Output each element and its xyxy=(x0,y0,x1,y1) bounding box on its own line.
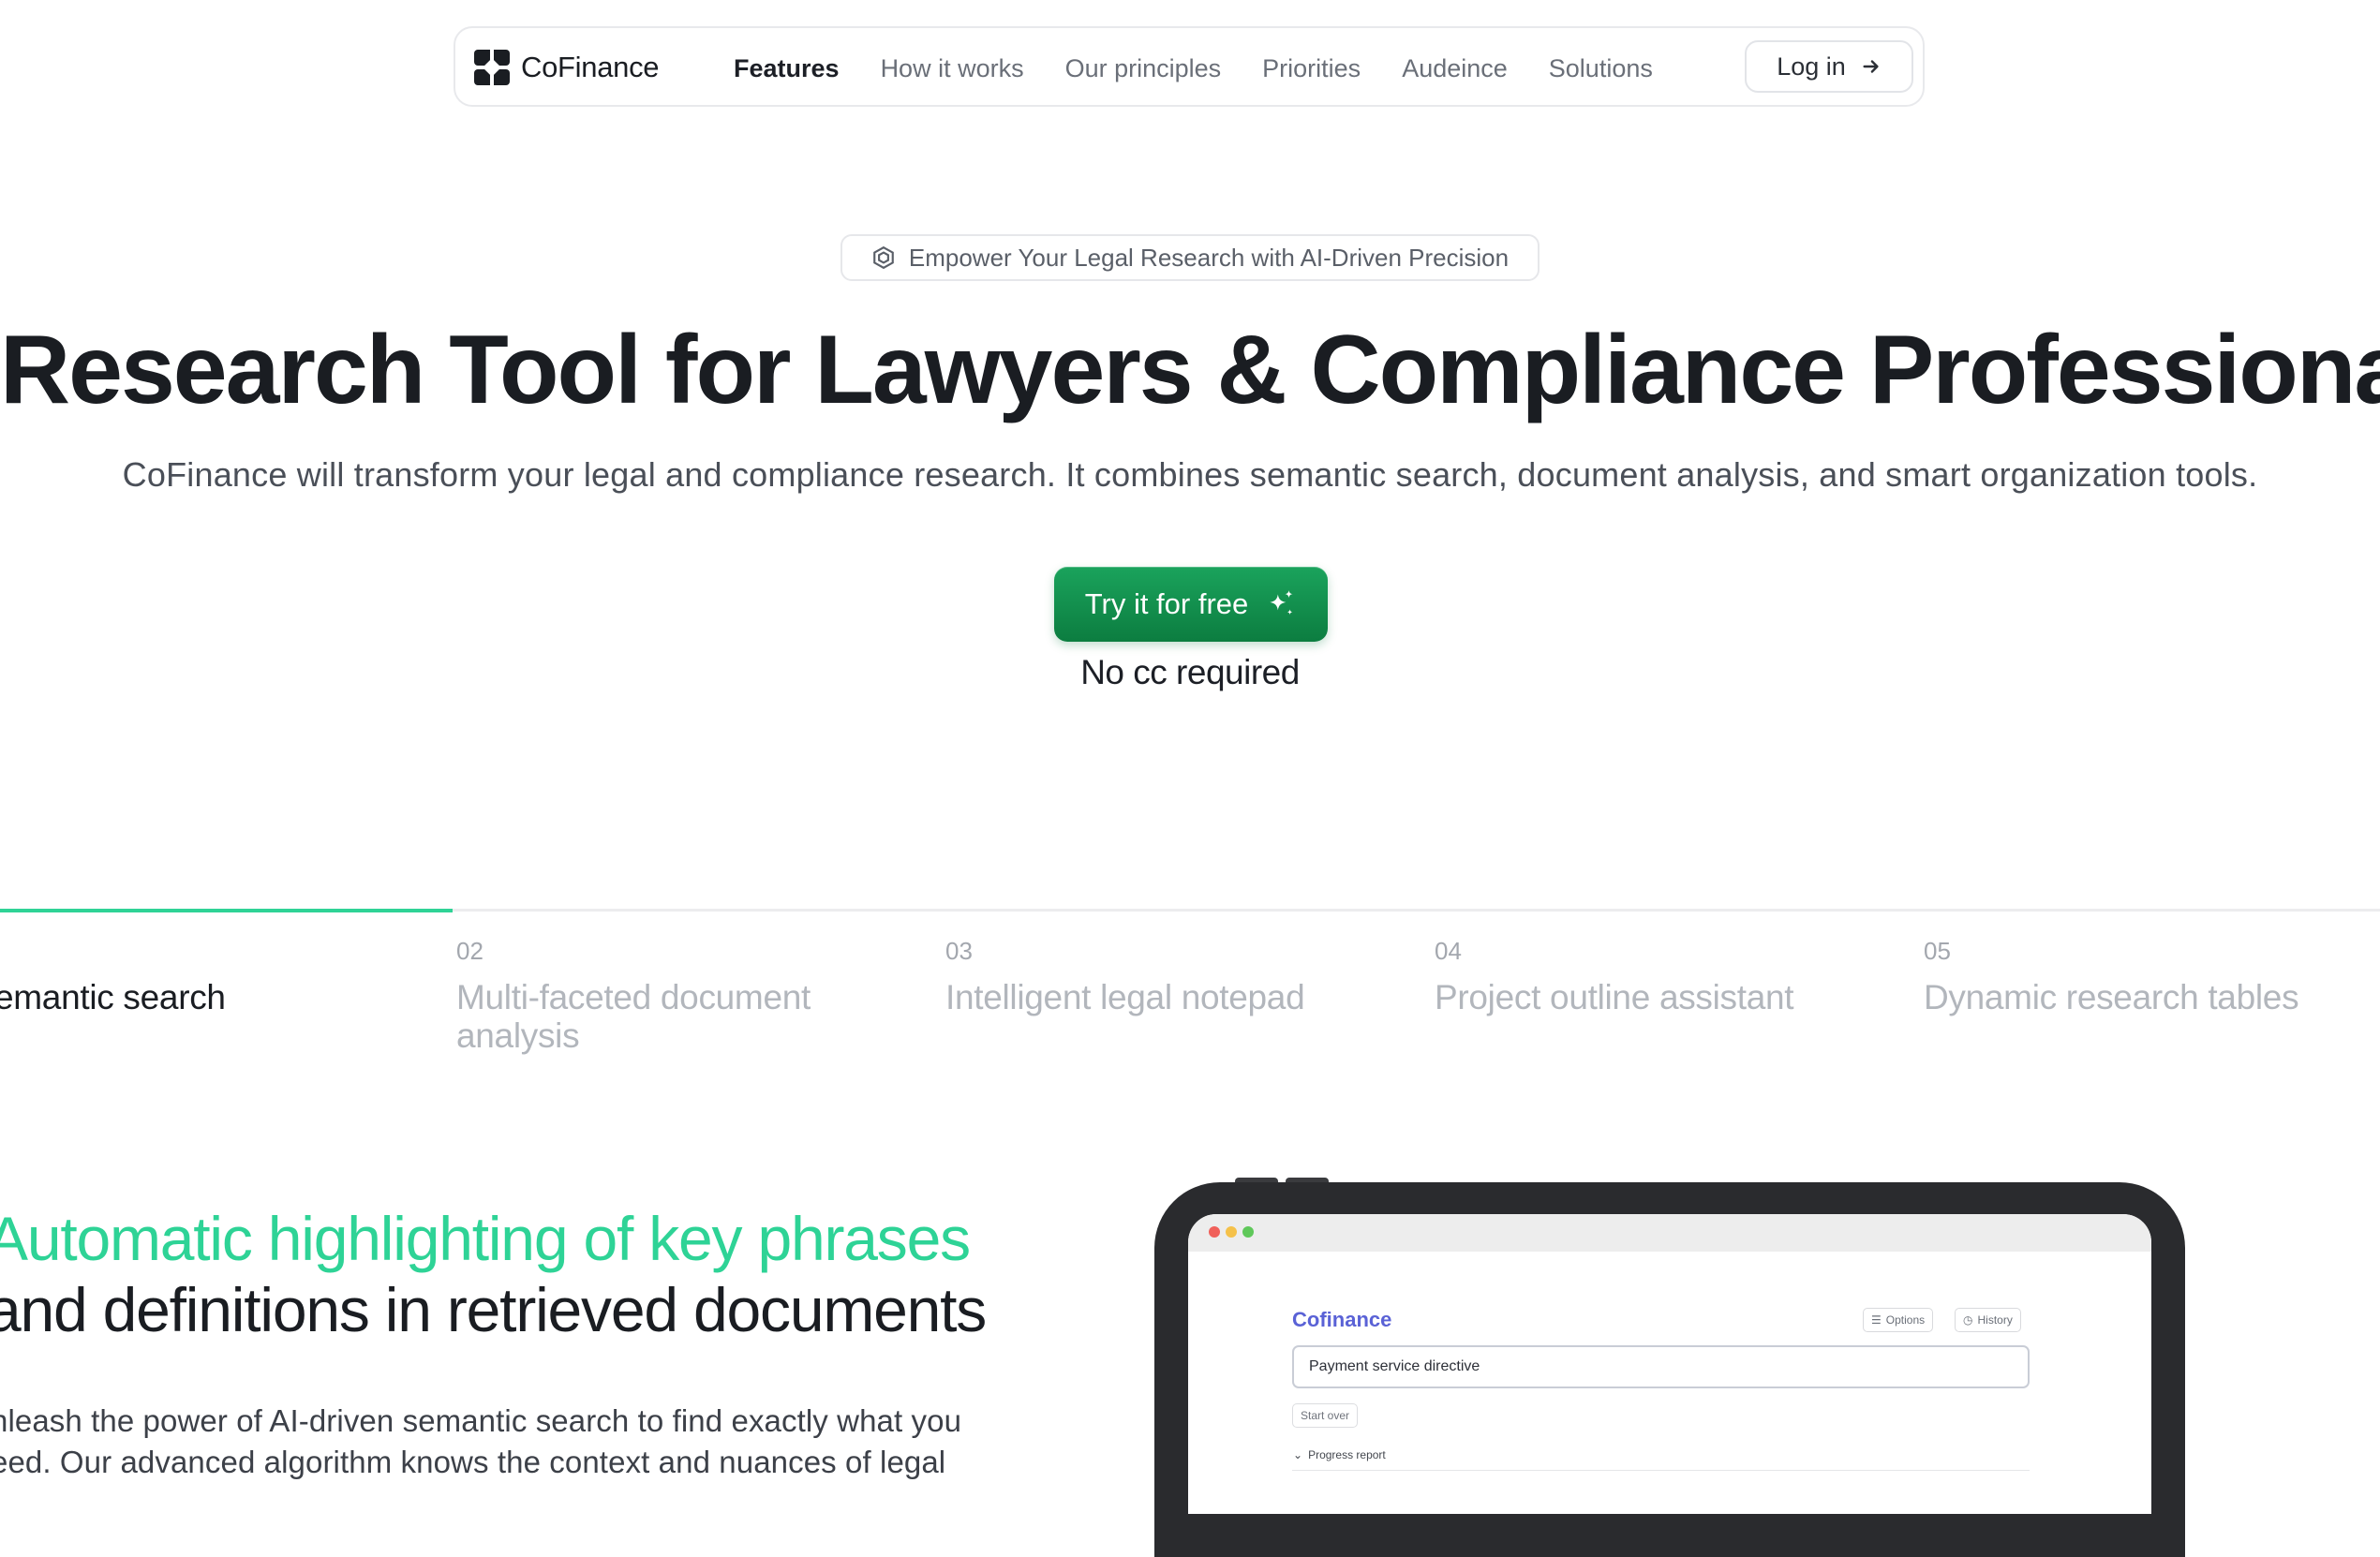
nav-link-solutions[interactable]: Solutions xyxy=(1549,54,1653,83)
mockup-screen: Cofinance ☰ Options ◷ History Payment se… xyxy=(1188,1214,2151,1514)
hero-badge-text: Empower Your Legal Research with AI-Driv… xyxy=(908,243,1510,272)
mockup-start-over-button[interactable]: Start over xyxy=(1292,1403,1359,1428)
clock-icon: ◷ xyxy=(1963,1313,1973,1327)
ai-chip-icon xyxy=(873,245,894,270)
tab-number: 02 xyxy=(456,937,483,965)
top-navbar: CoFinance Features How it works Our prin… xyxy=(454,26,1925,107)
brand-name: CoFinance xyxy=(521,51,660,83)
feature-heading-highlight: Automatic highlighting of key phrases xyxy=(0,1204,971,1273)
chevron-down-icon: ⌄ xyxy=(1293,1448,1303,1461)
no-cc-note: No cc required xyxy=(1080,653,1300,691)
nav-link-our-principles[interactable]: Our principles xyxy=(1065,54,1222,83)
nav-link-how-it-works[interactable]: How it works xyxy=(881,54,1024,83)
try-free-button[interactable]: Try it for free xyxy=(1054,567,1328,642)
hero-badge: Empower Your Legal Research with AI-Driv… xyxy=(840,234,1540,281)
tab-number: 04 xyxy=(1435,937,1462,965)
login-label: Log in xyxy=(1777,52,1846,81)
tab-project-outline[interactable]: 04 Project outline assistant xyxy=(1435,937,1847,1016)
nav-link-features[interactable]: Features xyxy=(734,54,840,83)
nav-link-priorities[interactable]: Priorities xyxy=(1262,54,1361,83)
divider xyxy=(1292,1470,2030,1471)
tab-label: Dynamic research tables xyxy=(1924,978,2299,1016)
tab-semantic-search[interactable]: emantic search xyxy=(0,937,407,1016)
brand-logo[interactable]: CoFinance xyxy=(474,49,660,86)
login-button[interactable]: Log in xyxy=(1745,40,1913,93)
tab-number: 03 xyxy=(945,937,973,965)
mockup-window-bar xyxy=(1188,1214,2151,1252)
tab-label: emantic search xyxy=(0,978,226,1016)
history-label: History xyxy=(1977,1313,2013,1327)
tab-label: Multi-faceted document analysis xyxy=(456,978,811,1055)
tab-number xyxy=(0,937,407,969)
options-label: Options xyxy=(1885,1313,1926,1327)
hero-subtitle: CoFinance will transform your legal and … xyxy=(122,455,2258,494)
maximize-dot xyxy=(1242,1226,1254,1238)
nav-links: Features How it works Our principles Pri… xyxy=(734,28,1694,109)
mockup-history-button[interactable]: ◷ History xyxy=(1955,1308,2021,1332)
mockup-progress-report[interactable]: ⌄ Progress report xyxy=(1293,1448,1386,1461)
hero-title: Research Tool for Lawyers & Compliance P… xyxy=(0,316,2380,424)
nav-link-audience[interactable]: Audeince xyxy=(1402,54,1508,83)
logo-icon xyxy=(474,50,510,85)
progress-report-label: Progress report xyxy=(1308,1448,1386,1461)
feature-heading: Automatic highlighting of key phrases an… xyxy=(0,1203,1036,1345)
tab-number: 05 xyxy=(1924,937,1951,965)
tab-legal-notepad[interactable]: 03 Intelligent legal notepad xyxy=(945,937,1358,1016)
close-dot xyxy=(1209,1226,1220,1238)
minimize-dot xyxy=(1226,1226,1237,1238)
feature-description: nleash the power of AI-driven semantic s… xyxy=(0,1403,962,1479)
mockup-search-input[interactable]: Payment service directive xyxy=(1292,1345,2030,1388)
arrow-right-icon xyxy=(1863,60,1879,73)
tab-label: Project outline assistant xyxy=(1435,978,1794,1016)
active-tab-progress-bar xyxy=(0,909,453,912)
mockup-options-button[interactable]: ☰ Options xyxy=(1863,1308,1934,1332)
tab-document-analysis[interactable]: 02 Multi-faceted document analysis xyxy=(456,937,869,1055)
try-free-label: Try it for free xyxy=(1084,587,1249,620)
tab-label: Intelligent legal notepad xyxy=(945,978,1305,1016)
tab-research-tables[interactable]: 05 Dynamic research tables xyxy=(1924,937,2336,1016)
menu-icon: ☰ xyxy=(1871,1313,1882,1327)
mockup-app-title: Cofinance xyxy=(1292,1308,1392,1331)
feature-heading-rest: and definitions in retrieved documents xyxy=(0,1275,987,1344)
sparkle-icon xyxy=(1270,590,1293,615)
